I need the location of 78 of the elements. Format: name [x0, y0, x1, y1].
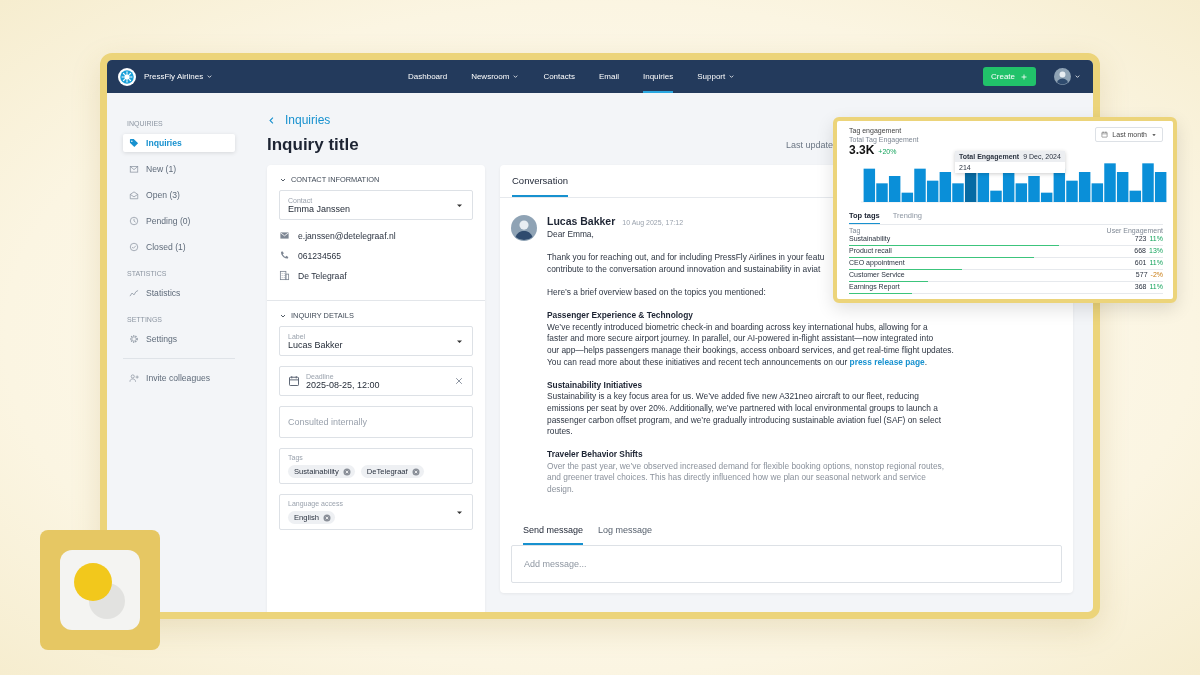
sidebar-item[interactable]: Closed (1) [123, 238, 235, 256]
nav-link[interactable]: Support [697, 60, 736, 93]
chevron-down-icon [1074, 73, 1081, 80]
brand-menu[interactable]: PressFly Airlines [144, 72, 214, 81]
check-circle-icon [129, 242, 139, 252]
field-value: Emma Janssen [288, 203, 352, 214]
chart-bar[interactable] [1116, 172, 1129, 202]
plus-icon [1020, 72, 1028, 81]
chart-bar[interactable] [901, 192, 914, 202]
sidebar-item[interactable]: Pending (0) [123, 212, 235, 230]
building-icon [279, 270, 290, 281]
sidebar-item[interactable]: Inquiries [123, 134, 235, 152]
calendar-icon [1101, 131, 1109, 138]
section-heading: Sustainability Initiatives [547, 379, 644, 392]
avatar-icon [511, 215, 537, 241]
nav-link[interactable]: Newsroom [471, 60, 520, 93]
field-value: 2025-08-25, 12:00 [306, 379, 381, 390]
remove-icon[interactable] [342, 467, 351, 476]
chart-bar[interactable] [1078, 172, 1091, 202]
clear-icon[interactable] [454, 376, 464, 386]
field-value: Lucas Bakker [288, 339, 344, 350]
chart-bar[interactable] [1154, 172, 1167, 202]
tab[interactable]: Conversation [512, 165, 568, 197]
chart-bar[interactable] [888, 176, 901, 202]
clock-icon [129, 216, 139, 226]
chart-bar[interactable] [1015, 183, 1028, 202]
message-paragraph: Sustainability is a key focus area for us. We’ve added five new A321neo aircraft to our fleet, reducing emissions per seat by over 20%. Additionally, we’ve partnered with local environmental groups to launch a passenger carbon offset program, and we’re gradually introducing sustainable aviation fuel (SAF) on select routes. [547, 391, 942, 438]
message-paragraph: Over the past year, we’ve observed increased demand for flexible booking options, nonstop regional routes, and greener travel choices. This has directly influenced how we plan our seasonal network and service design. [547, 460, 945, 496]
nav-link[interactable]: Inquiries [642, 60, 674, 93]
contact-detail: De Telegraaf [298, 270, 347, 281]
chart-bar[interactable] [1040, 192, 1053, 202]
total-value: 3.3K [849, 143, 875, 157]
add-user-icon [129, 373, 139, 383]
sidebar-item[interactable]: Invite colleagues [123, 369, 235, 387]
app-icon [60, 550, 140, 630]
tag-icon [129, 138, 139, 148]
section-heading: Passenger Experience & Technology [547, 310, 694, 322]
chart-bar[interactable] [977, 172, 990, 202]
contact-detail: 061234565 [298, 250, 341, 261]
open-envelope-icon [129, 190, 139, 200]
nav-link[interactable]: Dashboard [408, 60, 448, 93]
settings-icon [129, 334, 139, 344]
nav-link[interactable]: Email [598, 60, 619, 93]
chart-bar[interactable] [1091, 183, 1104, 202]
greeting-text: Dear Emma, [547, 228, 594, 241]
caret-down-icon [1151, 131, 1157, 138]
avatar-icon[interactable] [1054, 68, 1071, 85]
sidebar-item[interactable]: Statistics [123, 284, 235, 302]
chevron-down-icon [206, 73, 214, 80]
sidebar-item[interactable]: New (1) [123, 160, 235, 178]
chevron-left-icon [267, 115, 276, 125]
message-paragraph: Thank you for reaching out, and for including PressFly Airlines in your featu contribute to the conversation around innovation and sustainability in aviat [547, 252, 825, 276]
sidebar-item[interactable]: Settings [123, 330, 235, 348]
logo-icon [118, 67, 136, 86]
author-name: Lucas Bakker [547, 216, 616, 228]
message-paragraph: Here’s a brief overview based on the topics you mentioned: [547, 286, 766, 299]
chart-bar[interactable] [863, 168, 876, 202]
press-release-link[interactable]: press release page [849, 356, 925, 367]
chart-bar[interactable] [939, 172, 952, 202]
remove-icon[interactable] [322, 513, 331, 522]
section-heading: Traveler Behavior Shifts [547, 449, 644, 461]
phone-icon [279, 250, 290, 261]
calendar-icon [288, 375, 300, 387]
envelope-icon [129, 164, 139, 174]
envelope-icon [279, 230, 290, 241]
text-field[interactable]: Consulted internally [279, 406, 473, 438]
message-field[interactable]: Add message... [511, 545, 1062, 583]
last-update-label: Last update [785, 140, 833, 150]
page-title: Inquiry title [267, 135, 359, 155]
nav-link[interactable]: Contacts [543, 60, 575, 93]
message-paragraph: We’ve recently introduced biometric check-in and boarding across key international hubs, allowing for a faster and more secure airport journey. In parallel, our AI-powered in-flight assistant—now integrated into our app—helps passengers manage their bookings, access onboard services, and get real-time flight updates. You can read more about these initiatives and recent tech announcements on our press release page. [547, 321, 954, 369]
line-chart-icon [129, 288, 139, 298]
tab[interactable]: Log message [598, 522, 653, 545]
chart-bar[interactable] [1129, 190, 1142, 202]
sidebar-item[interactable]: Open (3) [123, 186, 235, 204]
chart-bar[interactable] [926, 180, 939, 202]
remove-icon[interactable] [411, 467, 420, 476]
contact-detail: e.janssen@detelegraaf.nl [298, 230, 396, 241]
